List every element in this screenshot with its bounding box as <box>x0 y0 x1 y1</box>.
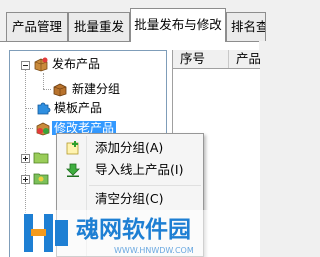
tab-product-management[interactable]: 产品管理 <box>6 12 68 41</box>
menu-item-add-group[interactable]: 添加分组(A) <box>59 137 201 159</box>
tree-line <box>25 65 27 215</box>
watermark-url: WWW.HNWDW.COM <box>114 246 194 255</box>
column-header-product[interactable]: 产品 <box>229 50 260 68</box>
expand-toggle-icon[interactable] <box>21 175 30 184</box>
menu-item-label: 导入线上产品(I) <box>95 162 184 177</box>
package-icon <box>34 57 48 72</box>
tab-batch-publish-edit[interactable]: 批量发布与修改 <box>130 8 226 42</box>
tree-node-publish-products[interactable]: 发布产品 <box>52 55 100 73</box>
menu-item-import-online-products[interactable]: 导入线上产品(I) <box>59 159 201 181</box>
tab-ranking[interactable]: 排名查 <box>226 12 266 41</box>
collapse-toggle-icon[interactable] <box>21 61 30 70</box>
site-watermark: 魂网软件园 WWW.HNWDW.COM <box>24 210 259 257</box>
column-header-index[interactable]: 序号 <box>173 50 229 68</box>
add-group-icon <box>66 141 79 155</box>
puzzle-icon <box>37 102 51 115</box>
expand-toggle-icon[interactable] <box>21 154 30 163</box>
tab-batch-resend[interactable]: 批量重发 <box>68 12 130 41</box>
box-icon <box>53 83 67 97</box>
tree-line <box>43 89 51 91</box>
tree-node-template-products[interactable]: 模板产品 <box>54 99 102 117</box>
tree-node-new-group[interactable]: 新建分组 <box>72 80 120 98</box>
tab-strip: 产品管理 批量重发 批量发布与修改 排名查 <box>0 0 266 42</box>
tree-line <box>43 73 45 89</box>
tree-line <box>25 108 33 110</box>
menu-separator <box>89 185 201 186</box>
grid-header: 序号 产品 <box>173 50 260 69</box>
network-folder-icon <box>33 173 49 185</box>
folder-icon <box>33 152 49 164</box>
menu-item-label: 添加分组(A) <box>95 140 164 155</box>
import-download-icon <box>66 163 80 177</box>
watermark-title: 魂网软件园 <box>76 216 191 243</box>
edit-package-icon <box>36 122 50 136</box>
tree-line <box>25 128 33 130</box>
